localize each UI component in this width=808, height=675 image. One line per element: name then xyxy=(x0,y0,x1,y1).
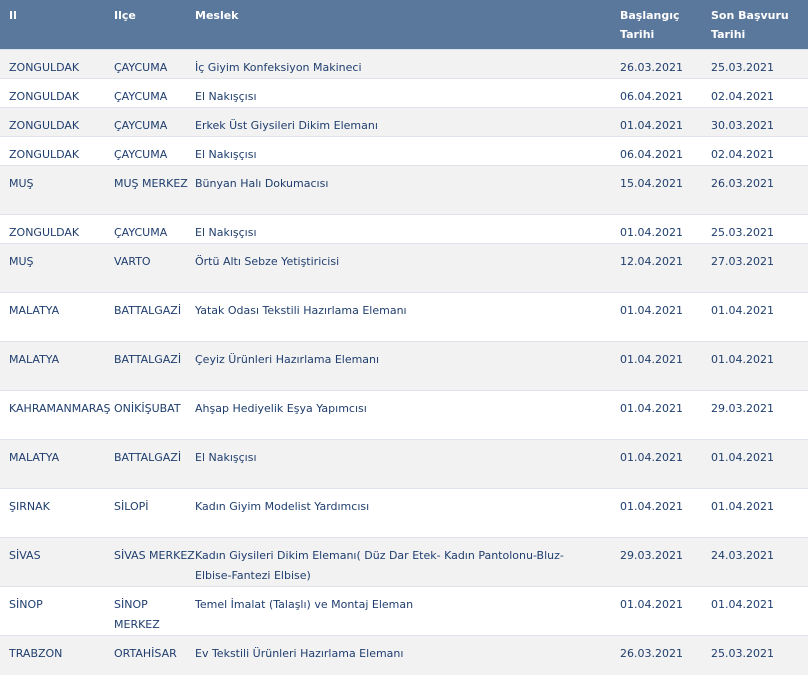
cell-il: SİNOP xyxy=(0,585,114,635)
cell-son-basvuru: 25.03.2021 xyxy=(711,213,808,243)
cell-ilce: VARTO xyxy=(114,242,195,292)
cell-il: MALATYA xyxy=(0,438,114,488)
table-row: ZONGULDAK ÇAYCUMA Erkek Üst Giysileri Di… xyxy=(0,106,808,136)
header-meslek[interactable]: Meslek xyxy=(195,0,620,49)
cell-baslangic: 01.04.2021 xyxy=(620,106,711,136)
cell-son-basvuru: 30.03.2021 xyxy=(711,106,808,136)
table-row: SİNOP SİNOP MERKEZ Temel İmalat (Talaşlı… xyxy=(0,585,808,635)
cell-baslangic: 15.04.2021 xyxy=(620,164,711,214)
cell-ilce: ONİKİŞUBAT xyxy=(114,389,195,439)
cell-baslangic: 01.04.2021 xyxy=(620,585,711,635)
table-row: MUŞ MUŞ MERKEZ Bünyan Halı Dokumacısı 15… xyxy=(0,164,808,214)
cell-baslangic: 01.04.2021 xyxy=(620,213,711,243)
cell-il: TRABZON xyxy=(0,634,114,675)
table-row: ZONGULDAK ÇAYCUMA El Nakışçısı 01.04.202… xyxy=(0,213,808,243)
cell-il: ZONGULDAK xyxy=(0,135,114,165)
cell-ilce: ORTAHİSAR xyxy=(114,634,195,675)
cell-il: MUŞ xyxy=(0,164,114,214)
cell-meslek: Kadın Giyim Modelist Yardımcısı xyxy=(195,487,620,537)
table-row: ŞIRNAK SİLOPİ Kadın Giyim Modelist Yardı… xyxy=(0,487,808,537)
cell-baslangic: 01.04.2021 xyxy=(620,291,711,341)
cell-ilce: ÇAYCUMA xyxy=(114,213,195,243)
table-row: SİVAS SİVAS MERKEZ Kadın Giysileri Dikim… xyxy=(0,536,808,586)
cell-il: MALATYA xyxy=(0,291,114,341)
cell-meslek: El Nakışçısı xyxy=(195,438,620,488)
cell-ilce: BATTALGAZİ xyxy=(114,438,195,488)
cell-son-basvuru: 24.03.2021 xyxy=(711,536,808,586)
table-body: ZONGULDAK ÇAYCUMA İç Giyim Konfeksiyon M… xyxy=(0,48,808,675)
cell-baslangic: 12.04.2021 xyxy=(620,242,711,292)
cell-son-basvuru: 26.03.2021 xyxy=(711,164,808,214)
cell-baslangic: 01.04.2021 xyxy=(620,389,711,439)
cell-il: ZONGULDAK xyxy=(0,213,114,243)
header-il[interactable]: Il xyxy=(0,0,114,49)
cell-baslangic: 01.04.2021 xyxy=(620,438,711,488)
cell-il: MUŞ xyxy=(0,242,114,292)
header-ilce[interactable]: Ilçe xyxy=(114,0,195,49)
table-row: MALATYA BATTALGAZİ El Nakışçısı 01.04.20… xyxy=(0,438,808,488)
cell-baslangic: 26.03.2021 xyxy=(620,634,711,675)
cell-meslek: Erkek Üst Giysileri Dikim Elemanı xyxy=(195,106,620,136)
table-header: Il Ilçe Meslek Başlangıç Tarihi Son Başv… xyxy=(0,0,808,49)
cell-ilce: ÇAYCUMA xyxy=(114,106,195,136)
cell-meslek: Bünyan Halı Dokumacısı xyxy=(195,164,620,214)
cell-son-basvuru: 01.04.2021 xyxy=(711,291,808,341)
cell-ilce: ÇAYCUMA xyxy=(114,135,195,165)
cell-meslek: Kadın Giysileri Dikim Elemanı( Düz Dar E… xyxy=(195,536,620,586)
cell-baslangic: 26.03.2021 xyxy=(620,48,711,78)
header-baslangic-tarihi[interactable]: Başlangıç Tarihi xyxy=(620,0,711,49)
cell-meslek: El Nakışçısı xyxy=(195,135,620,165)
table-row: ZONGULDAK ÇAYCUMA El Nakışçısı 06.04.202… xyxy=(0,135,808,165)
course-table: Il Ilçe Meslek Başlangıç Tarihi Son Başv… xyxy=(0,0,808,675)
cell-ilce: BATTALGAZİ xyxy=(114,340,195,390)
cell-il: ZONGULDAK xyxy=(0,48,114,78)
cell-meslek: İç Giyim Konfeksiyon Makineci xyxy=(195,48,620,78)
cell-meslek: El Nakışçısı xyxy=(195,213,620,243)
table-row: KAHRAMANMARAŞ ONİKİŞUBAT Ahşap Hediyelik… xyxy=(0,389,808,439)
cell-ilce: MUŞ MERKEZ xyxy=(114,164,195,214)
table-row: MUŞ VARTO Örtü Altı Sebze Yetiştiricisi … xyxy=(0,242,808,292)
cell-son-basvuru: 27.03.2021 xyxy=(711,242,808,292)
cell-il: MALATYA xyxy=(0,340,114,390)
cell-son-basvuru: 25.03.2021 xyxy=(711,634,808,675)
cell-meslek: Temel İmalat (Talaşlı) ve Montaj Eleman xyxy=(195,585,620,635)
cell-il: ZONGULDAK xyxy=(0,77,114,107)
table-row: MALATYA BATTALGAZİ Yatak Odası Tekstili … xyxy=(0,291,808,341)
cell-il: ŞIRNAK xyxy=(0,487,114,537)
cell-il: KAHRAMANMARAŞ xyxy=(0,389,114,439)
cell-son-basvuru: 02.04.2021 xyxy=(711,77,808,107)
cell-baslangic: 01.04.2021 xyxy=(620,487,711,537)
cell-baslangic: 01.04.2021 xyxy=(620,340,711,390)
header-son-basvuru-tarihi[interactable]: Son Başvuru Tarihi xyxy=(711,0,808,49)
cell-ilce: BATTALGAZİ xyxy=(114,291,195,341)
cell-son-basvuru: 01.04.2021 xyxy=(711,487,808,537)
cell-ilce: ÇAYCUMA xyxy=(114,77,195,107)
cell-meslek: Ahşap Hediyelik Eşya Yapımcısı xyxy=(195,389,620,439)
header-row: Il Ilçe Meslek Başlangıç Tarihi Son Başv… xyxy=(0,0,808,49)
cell-son-basvuru: 02.04.2021 xyxy=(711,135,808,165)
cell-son-basvuru: 29.03.2021 xyxy=(711,389,808,439)
cell-son-basvuru: 01.04.2021 xyxy=(711,438,808,488)
table-row: ZONGULDAK ÇAYCUMA El Nakışçısı 06.04.202… xyxy=(0,77,808,107)
table-row: TRABZON ORTAHİSAR Ev Tekstili Ürünleri H… xyxy=(0,634,808,675)
cell-son-basvuru: 25.03.2021 xyxy=(711,48,808,78)
cell-ilce: SİLOPİ xyxy=(114,487,195,537)
cell-ilce: SİVAS MERKEZ xyxy=(114,536,195,586)
cell-ilce: SİNOP MERKEZ xyxy=(114,585,195,635)
cell-meslek: El Nakışçısı xyxy=(195,77,620,107)
cell-baslangic: 06.04.2021 xyxy=(620,77,711,107)
table-row: ZONGULDAK ÇAYCUMA İç Giyim Konfeksiyon M… xyxy=(0,48,808,78)
cell-il: SİVAS xyxy=(0,536,114,586)
cell-meslek: Ev Tekstili Ürünleri Hazırlama Elemanı xyxy=(195,634,620,675)
table-row: MALATYA BATTALGAZİ Çeyiz Ürünleri Hazırl… xyxy=(0,340,808,390)
cell-son-basvuru: 01.04.2021 xyxy=(711,585,808,635)
cell-baslangic: 29.03.2021 xyxy=(620,536,711,586)
cell-son-basvuru: 01.04.2021 xyxy=(711,340,808,390)
cell-il: ZONGULDAK xyxy=(0,106,114,136)
cell-ilce: ÇAYCUMA xyxy=(114,48,195,78)
cell-meslek: Yatak Odası Tekstili Hazırlama Elemanı xyxy=(195,291,620,341)
cell-baslangic: 06.04.2021 xyxy=(620,135,711,165)
cell-meslek: Çeyiz Ürünleri Hazırlama Elemanı xyxy=(195,340,620,390)
cell-meslek: Örtü Altı Sebze Yetiştiricisi xyxy=(195,242,620,292)
